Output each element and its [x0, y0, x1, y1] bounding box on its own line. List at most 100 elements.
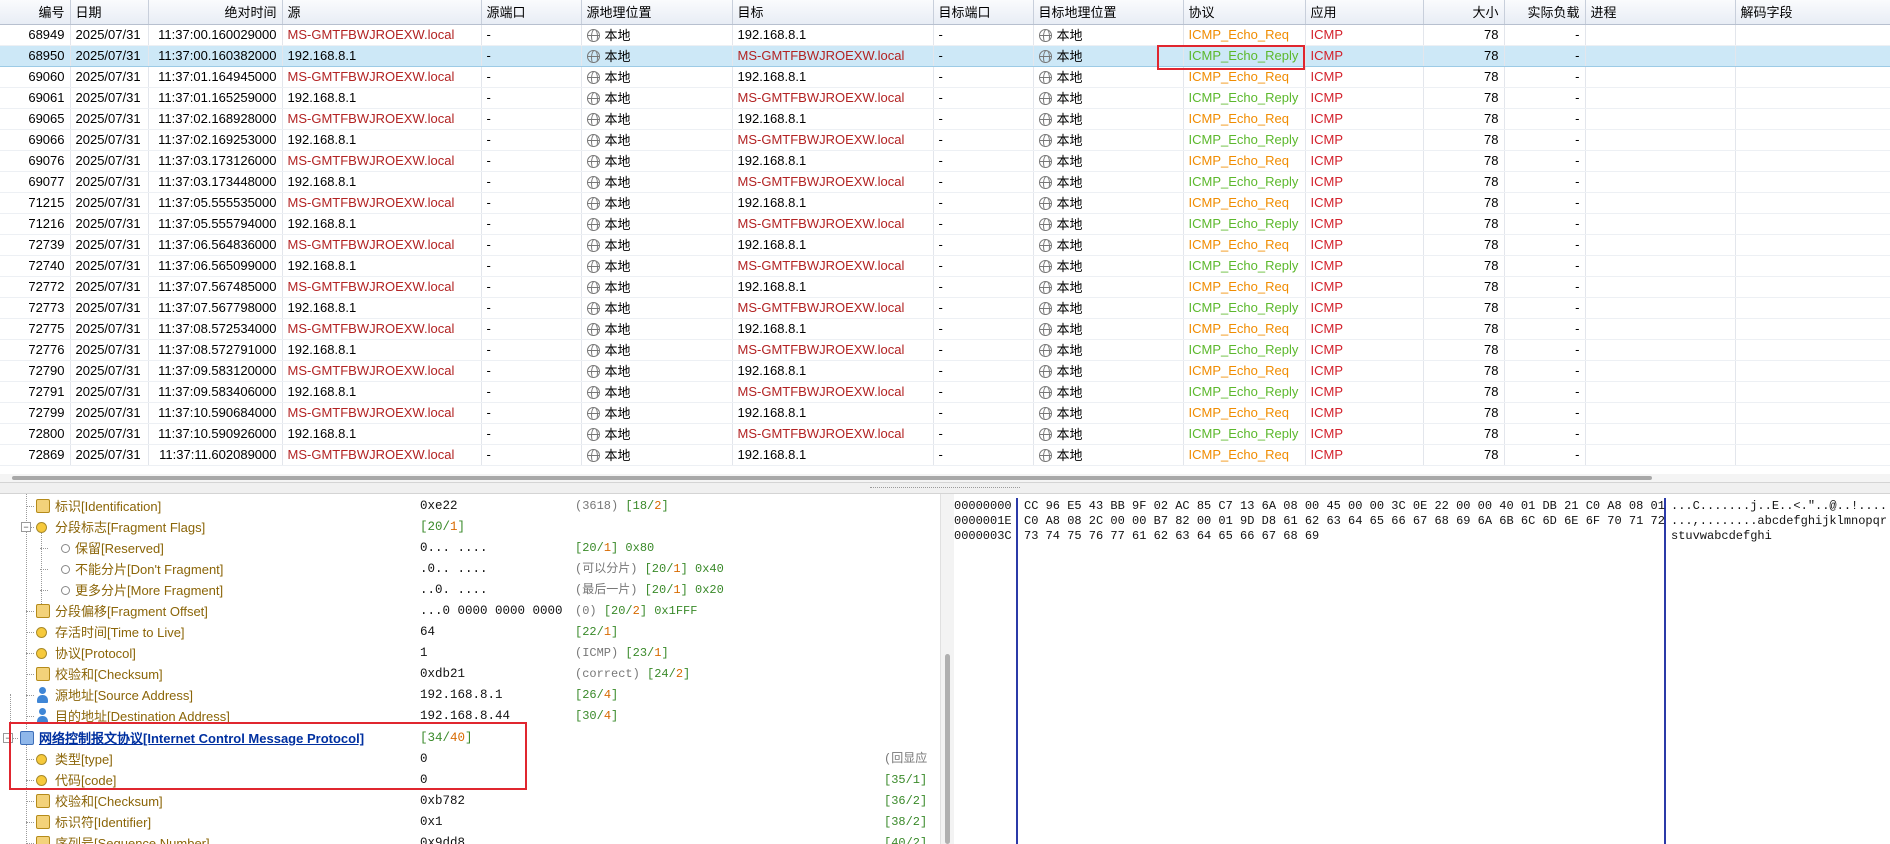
col-header-dst-port[interactable]: 目标端口 — [933, 0, 1034, 25]
packet-list[interactable]: 编号 日期 绝对时间 源 源端口 源地理位置 目标 目标端口 目标地理位置 协议… — [0, 0, 1890, 474]
table-row[interactable]: 69077 2025/07/31 11:37:03.173448000 192.168… — [0, 171, 1890, 193]
table-row[interactable]: 72790 2025/07/31 11:37:09.583120000 MS-GMTF… — [0, 360, 1890, 382]
cell-app: ICMP — [1305, 276, 1424, 298]
tree-row[interactable]: 存活时间[Time to Live] 64 [22/1] — [0, 622, 940, 643]
tree-row[interactable]: 校验和[Checksum] 0xdb21 (correct) [24/2] — [0, 664, 940, 685]
packet-list-horizontal-scrollbar[interactable] — [0, 474, 1890, 482]
table-row[interactable]: 72740 2025/07/31 11:37:06.565099000 192.168… — [0, 255, 1890, 277]
geo-label: 本地 — [604, 364, 631, 379]
pane-splitter[interactable] — [0, 482, 1890, 494]
hex-offset-column — [954, 498, 1018, 844]
table-row[interactable]: 69061 2025/07/31 11:37:01.165259000 192.168… — [0, 87, 1890, 109]
hex-offset: 0000001E — [954, 514, 1012, 528]
decode-tree-vertical-scrollbar[interactable] — [940, 494, 954, 844]
globe-icon — [586, 281, 600, 294]
cell-dst-geo: 本地 — [1033, 444, 1184, 466]
hex-dump-pane[interactable]: 00000000 CC 96 E5 43 BB 9F 02 AC 85 C7 13… — [954, 494, 1890, 844]
splitter-grip[interactable] — [870, 487, 1020, 489]
cell-size: 78 — [1423, 255, 1505, 277]
field-info-part: ] — [661, 499, 669, 513]
tree-row[interactable]: 校验和[Checksum] 0xb782 [36/2] — [0, 791, 940, 812]
table-row[interactable]: 69065 2025/07/31 11:37:02.168928000 MS-GMTF… — [0, 108, 1890, 130]
col-header-src[interactable]: 源 — [282, 0, 482, 25]
table-row[interactable]: 71215 2025/07/31 11:37:05.555535000 MS-GMTF… — [0, 192, 1890, 214]
field-info: (ICMP) [23/1] — [575, 643, 669, 664]
cell-payload: - — [1504, 297, 1586, 319]
tree-row[interactable]: − 网络控制报文协议[Internet Control Message Proto… — [0, 728, 940, 749]
tree-row[interactable]: − 分段标志[Fragment Flags] [20/1] — [0, 517, 940, 538]
cell-payload: - — [1504, 276, 1586, 298]
collapse-toggle-icon[interactable]: − — [21, 522, 31, 532]
col-header-src-port[interactable]: 源端口 — [481, 0, 582, 25]
table-row[interactable]: 72776 2025/07/31 11:37:08.572791000 192.168… — [0, 339, 1890, 361]
table-row[interactable]: 72869 2025/07/31 11:37:11.602089000 MS-GMTF… — [0, 444, 1890, 466]
table-row[interactable]: 68950 2025/07/31 11:37:00.160382000 192.168… — [0, 44, 1890, 67]
tree-row[interactable]: 标识符[Identifier] 0x1 [38/2] — [0, 812, 940, 833]
tree-row[interactable]: 源地址[Source Address] 192.168.8.1 [26/4] — [0, 685, 940, 706]
cell-src-port: - — [481, 44, 582, 67]
cell-src-port: - — [481, 276, 582, 298]
col-header-dst-geo[interactable]: 目标地理位置 — [1033, 0, 1184, 25]
scrollbar-thumb[interactable] — [12, 476, 1652, 480]
hex-bytes[interactable]: 73 74 75 76 77 61 62 63 64 65 66 67 68 6… — [1024, 529, 1319, 544]
table-row[interactable]: 72799 2025/07/31 11:37:10.590684000 MS-GMTF… — [0, 402, 1890, 424]
cell-date: 2025/07/31 — [70, 318, 149, 340]
col-header-process[interactable]: 进程 — [1585, 0, 1736, 25]
cell-decode — [1735, 423, 1890, 445]
table-row[interactable]: 72775 2025/07/31 11:37:08.572534000 MS-GMTF… — [0, 318, 1890, 340]
table-row[interactable]: 72773 2025/07/31 11:37:07.567798000 192.168… — [0, 297, 1890, 319]
scrollbar-thumb[interactable] — [945, 654, 950, 844]
col-header-dst[interactable]: 目标 — [732, 0, 934, 25]
table-row[interactable]: 69076 2025/07/31 11:37:03.173126000 MS-GMTF… — [0, 150, 1890, 172]
col-header-time[interactable]: 绝对时间 — [148, 0, 283, 25]
tree-row[interactable]: 标识[Identification] 0xe22 (3618) [18/2] — [0, 496, 940, 517]
tree-row[interactable]: 保留[Reserved] 0... .... [20/1] 0x80 — [0, 538, 940, 559]
tree-row[interactable]: 分段偏移[Fragment Offset] ...0 0000 0000 0000… — [0, 601, 940, 622]
tree-row[interactable]: 协议[Protocol] 1 (ICMP) [23/1] — [0, 643, 940, 664]
tree-row[interactable]: 序列号[Sequence Number] 0x9dd8 [40/2] — [0, 833, 940, 844]
cell-src: MS-GMTFBWJROEXW.local — [282, 234, 482, 256]
col-header-payload[interactable]: 实际负载 — [1504, 0, 1586, 25]
cell-date: 2025/07/31 — [70, 297, 149, 319]
table-row[interactable]: 69066 2025/07/31 11:37:02.169253000 192.168… — [0, 129, 1890, 151]
hex-ascii[interactable]: ...,........abcdefghijklmnopqr — [1671, 514, 1887, 529]
cell-src: 192.168.8.1 — [282, 339, 482, 361]
hex-bytes[interactable]: CC 96 E5 43 BB 9F 02 AC 85 C7 13 6A 08 0… — [1024, 499, 1665, 514]
col-header-app[interactable]: 应用 — [1305, 0, 1424, 25]
cell-src: 192.168.8.1 — [282, 297, 482, 319]
tree-row[interactable]: 更多分片[More Fragment] ..0. .... (最后一片) [20/1… — [0, 580, 940, 601]
collapse-toggle-icon[interactable]: − — [3, 733, 13, 743]
cell-size: 78 — [1423, 66, 1505, 88]
col-header-no[interactable]: 编号 — [0, 0, 71, 25]
cell-dst-port: - — [933, 192, 1034, 214]
table-row[interactable]: 72739 2025/07/31 11:37:06.564836000 MS-GMTF… — [0, 234, 1890, 256]
cell-app: ICMP — [1305, 339, 1424, 361]
cell-no: 68950 — [0, 44, 71, 67]
tree-row[interactable]: 不能分片[Don't Fragment] .0.. .... (可以分片) [20/… — [0, 559, 940, 580]
cell-dst-port: - — [933, 339, 1034, 361]
table-row[interactable]: 72800 2025/07/31 11:37:10.590926000 192.168… — [0, 423, 1890, 445]
table-row[interactable]: 69060 2025/07/31 11:37:01.164945000 MS-GMTF… — [0, 66, 1890, 88]
hex-ascii[interactable]: stuvwabcdefghi — [1671, 529, 1772, 544]
tree-row[interactable]: 目的地址[Destination Address] 192.168.8.44 [30… — [0, 706, 940, 727]
cell-src: MS-GMTFBWJROEXW.local — [282, 192, 482, 214]
hex-bytes[interactable]: C0 A8 08 2C 00 00 B7 82 00 01 9D D8 61 6… — [1024, 514, 1665, 529]
col-header-protocol[interactable]: 协议 — [1183, 0, 1306, 25]
table-row[interactable]: 71216 2025/07/31 11:37:05.555794000 192.168… — [0, 213, 1890, 235]
col-header-decode[interactable]: 解码字段 — [1735, 0, 1890, 25]
geo-label: 本地 — [1056, 196, 1083, 211]
table-row[interactable]: 72791 2025/07/31 11:37:09.583406000 192.168… — [0, 381, 1890, 403]
col-header-src-geo[interactable]: 源地理位置 — [581, 0, 733, 25]
field-tag-icon — [36, 836, 50, 844]
table-row[interactable]: 68949 2025/07/31 11:37:00.160029000 MS-GMTF… — [0, 24, 1890, 46]
tree-row[interactable]: 代码[code] 0 [35/1] — [0, 770, 940, 791]
col-header-size[interactable]: 大小 — [1423, 0, 1505, 25]
tree-row[interactable]: 类型[type] 0 (回显应 — [0, 749, 940, 770]
col-header-date[interactable]: 日期 — [70, 0, 149, 25]
cell-process — [1585, 24, 1736, 46]
decode-tree-pane[interactable]: 标识[Identification] 0xe22 (3618) [18/2] − 分段标… — [0, 494, 940, 844]
cell-time: 11:37:01.165259000 — [148, 87, 283, 109]
globe-icon — [1038, 218, 1052, 231]
hex-ascii[interactable]: ...C.......j..E..<."..@..!.... — [1671, 499, 1887, 514]
table-row[interactable]: 72772 2025/07/31 11:37:07.567485000 MS-GMTF… — [0, 276, 1890, 298]
